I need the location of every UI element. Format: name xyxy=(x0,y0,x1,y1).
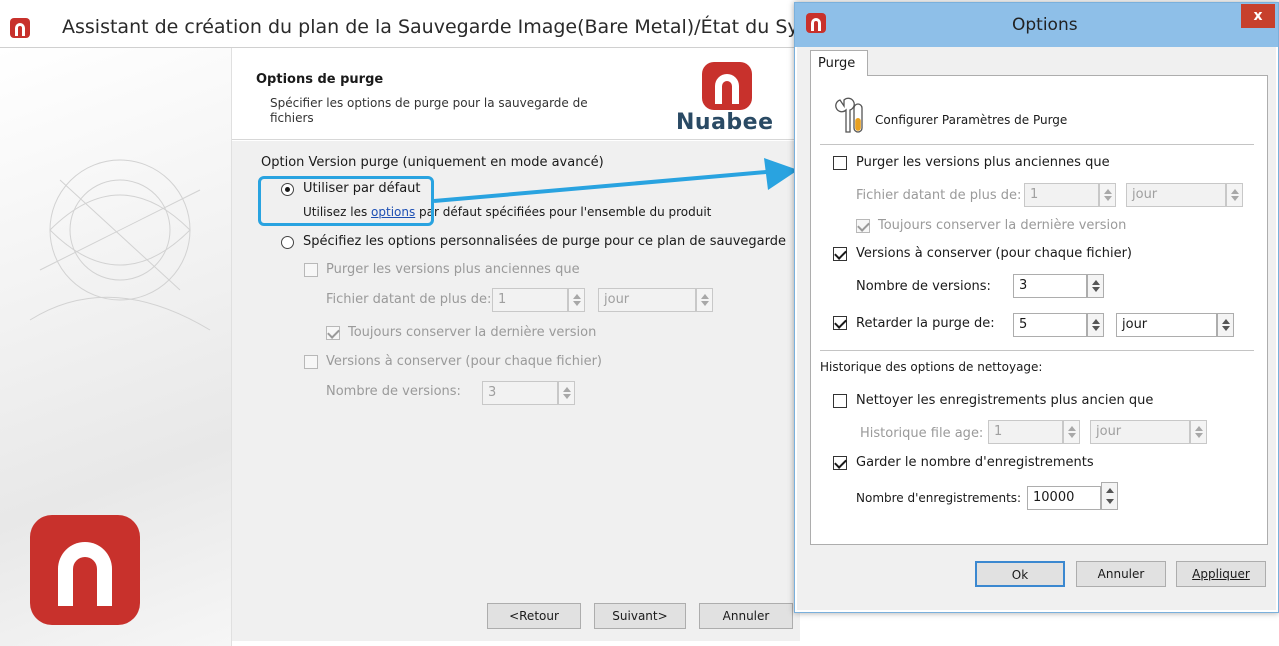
clean-records-checkbox[interactable] xyxy=(833,394,847,408)
wiz-file-older-label: Fichier datant de plus de: xyxy=(326,292,492,307)
purge-older-label: Purger les versions plus anciennes que xyxy=(856,155,1110,170)
nuabee-large-logo-icon xyxy=(30,515,140,625)
history-age-label: Historique file age: xyxy=(860,426,984,441)
versions-keep-checkbox[interactable] xyxy=(833,247,847,261)
wiz-versions-keep-label: Versions à conserver (pour chaque fichie… xyxy=(326,354,603,369)
count-spinner[interactable] xyxy=(1101,482,1118,510)
wiz-versions-keep-checkbox[interactable] xyxy=(304,355,318,369)
file-older-label: Fichier datant de plus de: xyxy=(856,188,1022,203)
purge-tab-panel xyxy=(810,75,1268,545)
purge-older-checkbox[interactable] xyxy=(833,156,847,170)
wiz-num-versions-input[interactable]: 3 xyxy=(482,381,558,405)
options-cancel-button[interactable]: Annuler xyxy=(1076,561,1166,587)
wizard-cancel-button[interactable]: Annuler xyxy=(699,603,793,629)
file-older-input[interactable]: 1 xyxy=(1024,183,1099,207)
keep-last-label: Toujours conserver la dernière version xyxy=(878,218,1127,233)
file-older-unit[interactable]: jour xyxy=(1126,183,1226,207)
separator-history xyxy=(820,350,1254,351)
history-title: Historique des options de nettoyage: xyxy=(820,360,1043,374)
count-input[interactable]: 10000 xyxy=(1027,486,1101,510)
versions-keep-label: Versions à conserver (pour chaque fichie… xyxy=(856,246,1133,261)
wiz-purge-older-label: Purger les versions plus anciennes que xyxy=(326,262,580,277)
wrench-tube-icon xyxy=(835,97,863,133)
connector-arrow xyxy=(433,158,798,203)
wiz-num-versions-spinner[interactable] xyxy=(558,381,575,405)
num-versions-spinner[interactable] xyxy=(1087,274,1104,298)
page-title: Options de purge xyxy=(256,72,384,87)
wiz-num-versions-label: Nombre de versions: xyxy=(326,384,461,399)
wiz-file-older-input[interactable]: 1 xyxy=(492,288,568,312)
page-subtitle: Spécifier les options de purge pour la s… xyxy=(270,96,588,125)
wiz-file-older-unit[interactable]: jour xyxy=(598,288,696,312)
num-versions-input[interactable]: 3 xyxy=(1013,274,1087,298)
section-title: Configurer Paramètres de Purge xyxy=(875,113,1068,127)
history-age-unit[interactable]: jour xyxy=(1090,420,1190,444)
back-button[interactable]: <Retour xyxy=(487,603,581,629)
wizard-title: Assistant de création du plan de la Sauv… xyxy=(62,16,858,38)
wiz-file-older-unit-spinner[interactable] xyxy=(696,288,713,312)
app-logo-icon xyxy=(10,18,30,38)
wiz-file-older-spinner[interactable] xyxy=(568,288,585,312)
wiz-keep-last-checkbox[interactable] xyxy=(326,326,340,340)
delay-unit-spinner[interactable] xyxy=(1217,313,1234,337)
delay-spinner[interactable] xyxy=(1087,313,1104,337)
apply-button[interactable]: Appliquer xyxy=(1176,561,1266,587)
background-sketch xyxy=(29,159,211,331)
radio-custom[interactable] xyxy=(281,236,294,249)
history-age-input[interactable]: 1 xyxy=(988,420,1063,444)
count-label: Nombre d'enregistrements: xyxy=(856,491,1022,505)
wiz-purge-older-checkbox[interactable] xyxy=(304,263,318,277)
delay-unit[interactable]: jour xyxy=(1116,313,1217,337)
options-app-icon xyxy=(806,13,826,33)
options-title: Options xyxy=(1012,15,1078,35)
keep-count-label: Garder le nombre d'enregistrements xyxy=(856,455,1094,470)
ok-button[interactable]: Ok xyxy=(975,561,1065,587)
tab-purge[interactable]: Purge xyxy=(810,50,868,76)
num-versions-label: Nombre de versions: xyxy=(856,279,991,294)
history-age-unit-spinner[interactable] xyxy=(1190,420,1207,444)
file-older-unit-spinner[interactable] xyxy=(1226,183,1243,207)
brand-name: Nuabee xyxy=(676,110,774,135)
keep-last-checkbox[interactable] xyxy=(856,219,870,233)
close-button[interactable]: x xyxy=(1241,4,1275,28)
file-older-spinner[interactable] xyxy=(1099,183,1116,207)
delay-checkbox[interactable] xyxy=(833,316,847,330)
nuabee-logo-icon xyxy=(702,62,752,110)
highlight-box xyxy=(258,176,434,226)
radio-custom-label[interactable]: Spécifiez les options personnalisées de … xyxy=(303,234,786,249)
next-button[interactable]: Suivant> xyxy=(594,603,686,629)
separator-top xyxy=(820,144,1254,145)
history-age-spinner[interactable] xyxy=(1063,420,1080,444)
wiz-keep-last-label: Toujours conserver la dernière version xyxy=(348,325,597,340)
delay-label: Retarder la purge de: xyxy=(856,316,995,331)
delay-input[interactable]: 5 xyxy=(1013,313,1087,337)
clean-records-label: Nettoyer les enregistrements plus ancien… xyxy=(856,393,1154,408)
keep-count-checkbox[interactable] xyxy=(833,456,847,470)
